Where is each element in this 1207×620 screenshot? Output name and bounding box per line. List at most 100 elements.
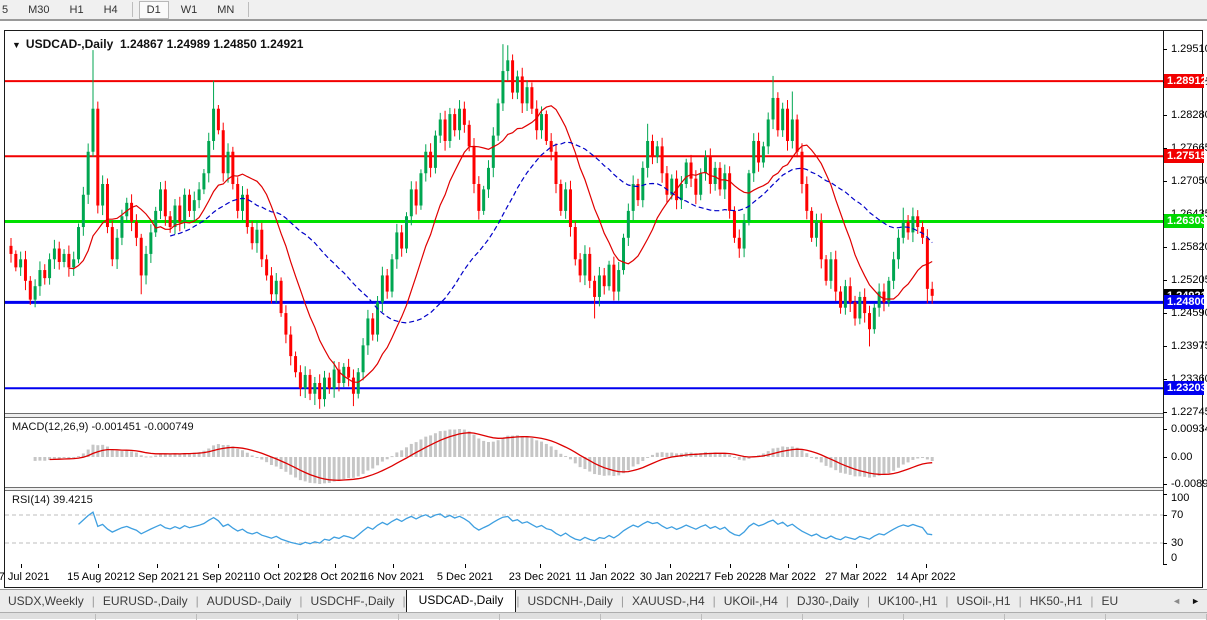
chart-window[interactable]: ▼ USDCAD-,Daily 1.24867 1.24989 1.24850 1… (4, 30, 1203, 588)
chart-tab-usdcnh-daily[interactable]: USDCNH-,Daily (519, 591, 620, 612)
date-label: 27 Mar 2022 (825, 571, 887, 583)
chart-tab-usoil-h1[interactable]: USOil-,H1 (949, 591, 1019, 612)
chart-title-symbol: USDCAD-,Daily (26, 37, 113, 51)
date-tick-mark (465, 564, 466, 568)
price-badge-1.28912: 1.28912 (1164, 74, 1204, 88)
date-tick-mark (670, 564, 671, 568)
timeframe-button-d1[interactable]: D1 (139, 1, 169, 19)
date-label: 16 Nov 2021 (362, 571, 424, 583)
ma-fast-line[interactable] (69, 106, 932, 382)
date-label: 2 Sep 2021 (129, 571, 185, 583)
date-tick-mark (278, 564, 279, 568)
chart-tab-xauusd-h4[interactable]: XAUUSD-,H4 (624, 591, 713, 612)
price-tick-mark (1163, 49, 1167, 50)
macd-tick-mark (1163, 429, 1167, 430)
rsi-tick-label: 100 (1171, 492, 1189, 504)
price-tick-label: 1.28280 (1171, 109, 1207, 121)
price-tick-label: 1.23975 (1171, 340, 1207, 352)
price-badge-1.26303: 1.26303 (1164, 214, 1204, 228)
strip-separator (297, 614, 298, 620)
date-tick-mark (218, 564, 219, 568)
strip-separator (499, 614, 500, 620)
chart-tab-hk50-h1[interactable]: HK50-,H1 (1022, 591, 1091, 612)
rsi-indicator-label: RSI(14) 39.4215 (12, 494, 93, 506)
rsi-tick-label: 0 (1171, 552, 1177, 564)
time-axis[interactable]: 27 Jul 202115 Aug 20212 Sep 202121 Sep 2… (5, 564, 1202, 587)
price-tick-mark (1163, 313, 1167, 314)
chart-tab-usdx-weekly[interactable]: USDX,Weekly (0, 591, 92, 612)
date-tick-mark (540, 564, 541, 568)
strip-separator (398, 614, 399, 620)
timeframe-button-w1[interactable]: W1 (173, 1, 206, 19)
date-label: 21 Sep 2021 (187, 571, 249, 583)
price-tick-mark (1163, 379, 1167, 380)
chart-tab-ukoil-h4[interactable]: UKOil-,H4 (716, 591, 786, 612)
date-tick-mark (926, 564, 927, 568)
bottom-strip (0, 612, 1207, 619)
strip-separator (903, 614, 904, 620)
chart-tab-audusd-daily[interactable]: AUDUSD-,Daily (199, 591, 300, 612)
date-tick-mark (730, 564, 731, 568)
date-label: 17 Feb 2022 (699, 571, 761, 583)
price-badge-1.24800: 1.24800 (1164, 295, 1204, 309)
macd-tick-mark (1163, 484, 1167, 485)
strip-separator (1004, 614, 1005, 620)
timeframe-button-5[interactable]: 5 (0, 1, 16, 19)
date-label: 10 Oct 2021 (248, 571, 308, 583)
chart-tab-usdcad-daily[interactable]: USDCAD-,Daily (406, 589, 517, 612)
chart-tab-eu[interactable]: EU (1094, 591, 1127, 612)
symbol-dropdown-icon: ▼ (12, 40, 21, 50)
tab-scroll-left-icon[interactable]: ◄ (1167, 594, 1186, 608)
date-label: 27 Jul 2021 (0, 571, 49, 583)
chart-title-ohlc: 1.24867 1.24989 1.24850 1.24921 (120, 37, 304, 51)
price-tick-mark (1163, 412, 1167, 413)
strip-separator (600, 614, 601, 620)
date-label: 14 Apr 2022 (896, 571, 955, 583)
rsi-tick-mark (1163, 494, 1167, 495)
chart-tab-eurusd-daily[interactable]: EURUSD-,Daily (95, 591, 196, 612)
date-tick-mark (157, 564, 158, 568)
rsi-tick-mark (1163, 515, 1167, 516)
price-tick-label: 1.29510 (1171, 43, 1207, 55)
price-tick-mark (1163, 280, 1167, 281)
date-tick-mark (98, 564, 99, 568)
date-tick-mark (21, 564, 22, 568)
date-label: 23 Dec 2021 (509, 571, 571, 583)
strip-separator (802, 614, 803, 620)
rsi-tick-label: 30 (1171, 537, 1183, 549)
macd-tick-label: -0.008902 (1171, 478, 1207, 490)
price-tick-label: 1.22745 (1171, 406, 1207, 418)
price-chart-canvas[interactable] (5, 31, 1163, 413)
strip-separator (1105, 614, 1106, 620)
chart-tab-usdchf-daily[interactable]: USDCHF-,Daily (303, 591, 403, 612)
macd-tick-label: 0.009345 (1171, 423, 1207, 435)
price-tick-mark (1163, 247, 1167, 248)
tab-scroll-right-icon[interactable]: ► (1186, 594, 1205, 608)
price-tick-mark (1163, 346, 1167, 347)
price-tick-mark (1163, 115, 1167, 116)
rsi-pane-canvas[interactable] (5, 491, 1163, 562)
date-tick-mark (335, 564, 336, 568)
timeframe-button-m30[interactable]: M30 (20, 1, 57, 19)
price-tick-label: 1.25820 (1171, 241, 1207, 253)
date-label: 30 Jan 2022 (640, 571, 701, 583)
date-tick-mark (393, 564, 394, 568)
chart-tab-dj30-daily[interactable]: DJ30-,Daily (789, 591, 867, 612)
price-badge-1.27515: 1.27515 (1164, 149, 1204, 163)
date-label: 8 Mar 2022 (760, 571, 816, 583)
rsi-tick-mark (1163, 543, 1167, 544)
macd-indicator-label: MACD(12,26,9) -0.001451 -0.000749 (12, 421, 194, 433)
strip-separator (701, 614, 702, 620)
timeframe-button-mn[interactable]: MN (209, 1, 242, 19)
date-label: 5 Dec 2021 (437, 571, 493, 583)
timeframe-button-h4[interactable]: H4 (96, 1, 126, 19)
chart-title: ▼ USDCAD-,Daily 1.24867 1.24989 1.24850 1… (12, 37, 303, 51)
chart-tab-uk100-h1[interactable]: UK100-,H1 (870, 591, 945, 612)
strip-separator (95, 614, 96, 620)
timeframe-button-h1[interactable]: H1 (62, 1, 92, 19)
macd-signal-line (50, 433, 933, 481)
toolbar-separator (132, 2, 133, 17)
timeframe-toolbar: 5M30 H1H4 D1W1MN (0, 0, 1207, 21)
date-label: 15 Aug 2021 (67, 571, 129, 583)
price-badge-1.23203: 1.23203 (1164, 381, 1204, 395)
